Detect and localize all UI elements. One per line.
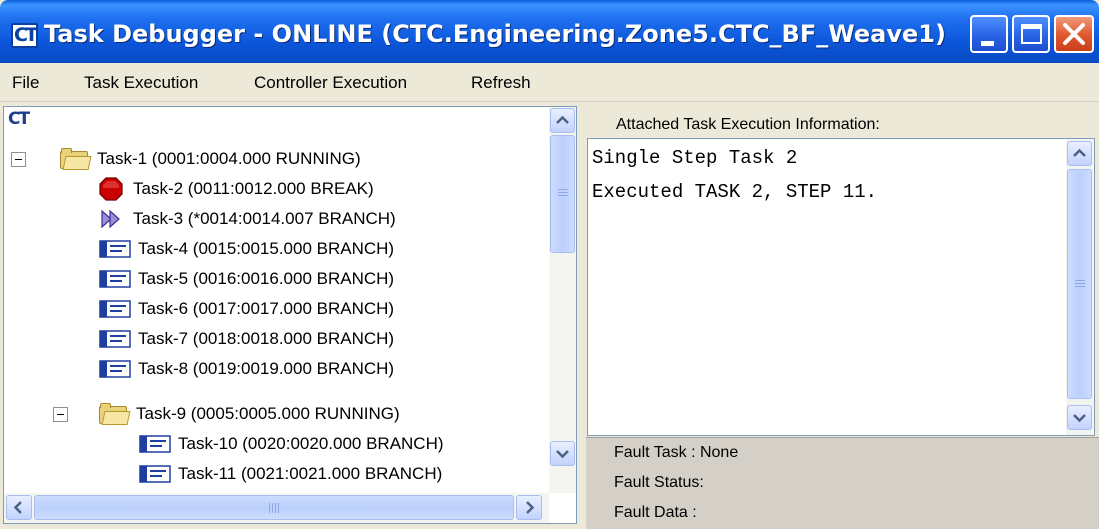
collapse-toggle-task-9[interactable] — [53, 407, 68, 422]
info-line: Executed TASK 2, STEP 11. — [592, 181, 878, 203]
folder-open-icon — [60, 148, 92, 170]
tree-node-task-4[interactable]: Task-4 (0015:0015.000 BRANCH) — [99, 234, 394, 264]
tree-node-task-8[interactable]: Task-8 (0019:0019.000 BRANCH) — [99, 354, 394, 384]
chevron-down-icon — [556, 450, 569, 459]
tree-node-task-2[interactable]: Task-2 (0011:0012.000 BREAK) — [99, 174, 374, 204]
chevron-up-icon — [556, 115, 569, 124]
tree-root-logo: CT — [8, 109, 30, 129]
app-icon: CT — [11, 23, 38, 48]
tree-node-label: Task-3 (*0014:0014.007 BRANCH) — [133, 209, 396, 228]
tree-node-label: Task-6 (0017:0017.000 BRANCH) — [138, 299, 395, 318]
fault-data: Fault Data : — [614, 504, 697, 521]
scroll-down-button[interactable] — [1067, 405, 1092, 430]
info-line: Single Step Task 2 — [592, 147, 798, 169]
tree-node-task-3[interactable]: Task-3 (*0014:0014.007 BRANCH) — [99, 204, 396, 234]
tree-node-task-11[interactable]: Task-11 (0021:0021.000 BRANCH) — [139, 459, 442, 489]
menu-bar: File Task Execution Controller Execution… — [0, 63, 1099, 102]
scroll-up-button[interactable] — [550, 108, 575, 133]
info-vertical-scrollbar[interactable] — [1066, 139, 1094, 435]
tree-node-label: Task-8 (0019:0019.000 BRANCH) — [138, 359, 395, 378]
tree-node-label: Task-7 (0018:0018.000 BRANCH) — [138, 329, 395, 348]
scroll-down-button[interactable] — [550, 441, 575, 466]
folder-open-icon — [99, 403, 131, 425]
branch-icon — [99, 270, 131, 288]
menu-controller-execution[interactable]: Controller Execution — [254, 70, 407, 96]
scroll-right-button[interactable] — [516, 495, 542, 520]
scroll-thumb[interactable] — [1067, 169, 1092, 399]
tree-node-task-5[interactable]: Task-5 (0016:0016.000 BRANCH) — [99, 264, 394, 294]
tree-node-label: Task-5 (0016:0016.000 BRANCH) — [138, 269, 395, 288]
maximize-button[interactable] — [1012, 15, 1050, 53]
minimize-icon — [981, 41, 994, 46]
step-forward-icon — [101, 209, 120, 229]
task-tree[interactable]: CT Task-1 (0001:0004.000 RUNNING) Task-2… — [3, 106, 577, 524]
tree-vertical-scrollbar[interactable] — [549, 107, 576, 493]
branch-icon — [139, 435, 171, 453]
tree-node-label: Task-11 (0021:0021.000 BRANCH) — [178, 464, 443, 483]
fault-task: Fault Task : None — [614, 444, 739, 461]
tree-node-label: Task-1 (0001:0004.000 RUNNING) — [97, 149, 361, 168]
branch-icon — [139, 465, 171, 483]
menu-task-execution[interactable]: Task Execution — [84, 70, 198, 96]
scroll-up-button[interactable] — [1067, 141, 1092, 166]
execution-info-text[interactable]: Single Step Task 2 Executed TASK 2, STEP… — [587, 138, 1095, 436]
chevron-right-icon — [526, 501, 535, 514]
menu-file[interactable]: File — [12, 70, 39, 96]
branch-icon — [99, 300, 131, 318]
scroll-thumb[interactable] — [34, 495, 514, 520]
minimize-button[interactable] — [970, 15, 1008, 53]
branch-icon — [99, 330, 131, 348]
scroll-grip-icon — [1075, 280, 1085, 289]
stop-icon — [99, 177, 123, 201]
tree-node-task-10[interactable]: Task-10 (0020:0020.000 BRANCH) — [139, 429, 444, 459]
title-bar[interactable]: CT Task Debugger - ONLINE (CTC.Engineeri… — [0, 0, 1099, 63]
chevron-left-icon — [13, 501, 22, 514]
info-header-label: Attached Task Execution Information: — [616, 116, 880, 133]
chevron-up-icon — [1073, 148, 1086, 157]
tree-node-task-7[interactable]: Task-7 (0018:0018.000 BRANCH) — [99, 324, 394, 354]
tree-node-label: Task-9 (0005:0005.000 RUNNING) — [136, 404, 400, 423]
info-header: Attached Task Execution Information: — [586, 112, 1099, 138]
scroll-left-button[interactable] — [6, 495, 32, 520]
tree-node-label: Task-2 (0011:0012.000 BREAK) — [133, 179, 374, 198]
tree-node-task-9[interactable]: Task-9 (0005:0005.000 RUNNING) — [99, 399, 400, 429]
collapse-toggle-task-1[interactable] — [11, 152, 26, 167]
fault-info-panel: Fault Task : None Fault Status: Fault Da… — [586, 437, 1099, 529]
tree-node-task-1[interactable]: Task-1 (0001:0004.000 RUNNING) — [60, 144, 361, 174]
tree-node-label: Task-4 (0015:0015.000 BRANCH) — [138, 239, 395, 258]
branch-icon — [99, 360, 131, 378]
task-debugger-window: CT Task Debugger - ONLINE (CTC.Engineeri… — [0, 0, 1099, 529]
pane-splitter[interactable] — [578, 102, 586, 529]
chevron-down-icon — [1073, 414, 1086, 423]
menu-refresh[interactable]: Refresh — [471, 70, 531, 96]
scroll-grip-icon — [269, 503, 280, 513]
tree-node-task-6[interactable]: Task-6 (0017:0017.000 BRANCH) — [99, 294, 394, 324]
tree-horizontal-scrollbar[interactable] — [4, 493, 549, 523]
scroll-thumb[interactable] — [550, 135, 575, 253]
window-title: Task Debugger - ONLINE (CTC.Engineering.… — [44, 20, 946, 48]
close-icon — [1063, 23, 1085, 45]
scroll-grip-icon — [558, 189, 568, 198]
fault-status: Fault Status: — [614, 474, 704, 491]
tree-node-label: Task-10 (0020:0020.000 BRANCH) — [178, 434, 444, 453]
close-button[interactable] — [1054, 15, 1094, 53]
maximize-icon — [1021, 24, 1042, 44]
branch-icon — [99, 240, 131, 258]
